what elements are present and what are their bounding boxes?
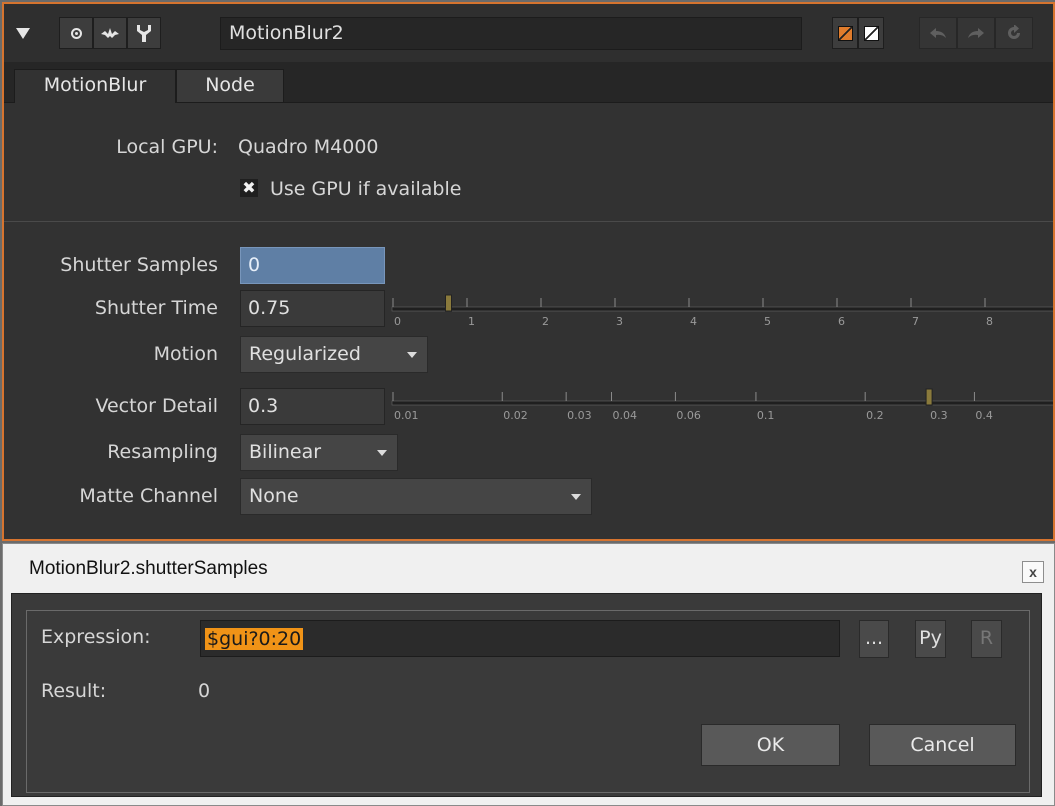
local-gpu-label: Local GPU: (116, 136, 218, 158)
shutter-samples-input[interactable]: 0 (240, 247, 385, 284)
node-color-button[interactable] (832, 17, 858, 49)
shutter-samples-label: Shutter Samples (60, 254, 218, 276)
tab-motionblur[interactable]: MotionBlur (14, 69, 176, 103)
local-gpu-value: Quadro M4000 (238, 136, 379, 158)
chevron-down-icon (377, 450, 387, 456)
shutter-time-slider[interactable]: 0123456789 (390, 290, 1055, 330)
properties-panel: MotionBlur2 MotionBlur Node Local GPU: Q… (2, 2, 1055, 541)
r-button[interactable]: R (971, 620, 1002, 658)
motion-label: Motion (153, 343, 218, 365)
expression-label: Expression: (41, 626, 151, 648)
redo-button[interactable] (957, 17, 995, 49)
vector-detail-slider-tick-label: 0.4 (975, 409, 993, 422)
shutter-time-label: Shutter Time (94, 297, 218, 319)
panel-titlebar: MotionBlur2 (4, 4, 1053, 63)
result-label: Result: (41, 680, 107, 702)
matte-channel-dropdown-value: None (249, 485, 299, 507)
shutter-time-slider-track[interactable]: 0123456789 (390, 290, 1055, 330)
ok-button[interactable]: OK (701, 724, 840, 766)
vector-detail-slider-tick-label: 0.03 (567, 409, 592, 422)
vector-detail-slider-tick-label: 0.01 (394, 409, 419, 422)
orange-color-swatch-icon (837, 25, 853, 41)
vector-detail-slider-tick-label: 0.3 (930, 409, 948, 422)
wrench-icon (137, 25, 151, 42)
python-toggle-button[interactable]: Py (915, 620, 946, 658)
matte-channel-dropdown[interactable]: None (240, 478, 592, 515)
shutter-time-slider-tick-label: 5 (764, 315, 771, 328)
more-button[interactable]: ... (859, 620, 889, 658)
cancel-button[interactable]: Cancel (869, 724, 1016, 766)
vector-detail-slider-tick-label: 0.04 (613, 409, 638, 422)
close-icon[interactable]: x (1022, 561, 1044, 583)
expression-text-selected: $gui?0:20 (205, 628, 304, 650)
vector-detail-slider-handle[interactable] (925, 388, 933, 406)
bat-icon (101, 28, 119, 38)
resampling-dropdown-value: Bilinear (249, 441, 322, 463)
result-value: 0 (198, 680, 211, 702)
resampling-label: Resampling (107, 441, 218, 463)
viewer-color-button[interactable] (858, 17, 884, 49)
tab-node[interactable]: Node (176, 69, 284, 102)
vector-detail-input[interactable]: 0.3 (240, 388, 385, 425)
dialog-title: MotionBlur2.shutterSamples (29, 558, 268, 579)
shutter-time-slider-tick-label: 3 (616, 315, 623, 328)
vector-detail-slider-track[interactable]: 0.01 0.02 0.03 0.04 0.06 0.1 0.2 0.3 0.4 (390, 384, 1055, 424)
shutter-time-slider-handle[interactable] (445, 294, 452, 312)
vector-detail-slider-tick-label: 0.1 (757, 409, 775, 422)
center-node-button[interactable] (59, 17, 93, 49)
shutter-time-slider-tick-label: 6 (838, 315, 845, 328)
shutter-time-slider-tick-label: 0 (394, 315, 401, 328)
collapse-panel-button[interactable] (10, 17, 36, 49)
vector-detail-slider-tick-label: 0.2 (866, 409, 884, 422)
node-settings-button[interactable] (127, 17, 161, 49)
motion-dropdown[interactable]: Regularized (240, 336, 428, 373)
undo-icon (930, 28, 946, 38)
tab-bar: MotionBlur Node (4, 62, 1053, 103)
revert-button[interactable] (995, 17, 1033, 49)
motion-dropdown-value: Regularized (249, 343, 361, 365)
undo-button[interactable] (919, 17, 957, 49)
revert-icon (1008, 25, 1020, 39)
vector-detail-label: Vector Detail (95, 395, 218, 417)
section-divider (4, 221, 1053, 222)
shutter-time-input[interactable]: 0.75 (240, 290, 385, 327)
chevron-down-icon (571, 494, 581, 500)
matte-channel-label: Matte Channel (79, 485, 218, 507)
collapse-triangle-icon (16, 27, 30, 39)
use-gpu-checkbox[interactable]: ✖ (240, 179, 258, 197)
input-button[interactable] (93, 17, 127, 49)
shutter-time-slider-tick-label: 4 (690, 315, 697, 328)
resampling-dropdown[interactable]: Bilinear (240, 434, 398, 471)
use-gpu-label: Use GPU if available (270, 178, 462, 200)
shutter-time-slider-tick-label: 7 (912, 315, 919, 328)
shutter-time-slider-tick-label: 2 (542, 315, 549, 328)
node-name-field[interactable]: MotionBlur2 (220, 17, 802, 50)
vector-detail-slider-tick-label: 0.06 (676, 409, 701, 422)
vector-detail-slider[interactable]: 0.01 0.02 0.03 0.04 0.06 0.1 0.2 0.3 0.4 (390, 384, 1055, 424)
vector-detail-slider-tick-label: 0.02 (503, 409, 528, 422)
center-node-icon (70, 27, 82, 39)
expression-dialog: MotionBlur2.shutterSamples x Expression:… (2, 543, 1055, 806)
redo-icon (968, 28, 984, 38)
chevron-down-icon (407, 352, 417, 358)
shutter-time-slider-tick-label: 1 (468, 315, 475, 328)
white-color-swatch-icon (863, 25, 879, 41)
shutter-time-slider-tick-label: 8 (986, 315, 993, 328)
expression-input[interactable]: $gui?0:20 (200, 620, 840, 657)
